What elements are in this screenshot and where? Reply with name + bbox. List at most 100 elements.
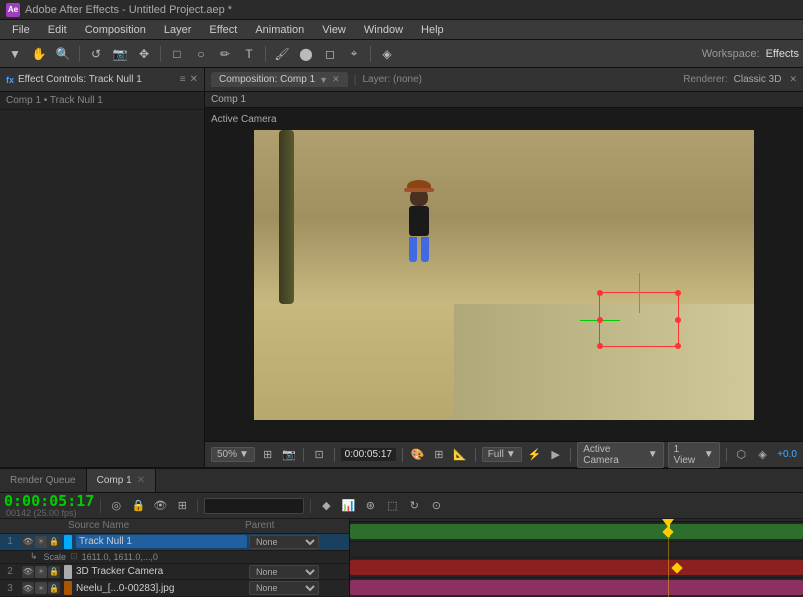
view-layout-btn[interactable]: 1 View ▼	[668, 442, 720, 468]
sub-indent: ↳	[30, 551, 38, 562]
layer-2-solo[interactable]: ☀	[35, 566, 47, 578]
zoom-dropdown-icon[interactable]: ▼	[239, 449, 249, 460]
tool-select[interactable]: ▼	[4, 43, 26, 65]
quality-btn[interactable]: Full ▼	[482, 447, 522, 462]
sub-value[interactable]: 1611.0, 1611.0,...,0	[82, 552, 158, 562]
tracker-box[interactable]	[599, 292, 679, 347]
snapshot-btn[interactable]: 📷	[280, 446, 297, 464]
comp-tab-close[interactable]: ✕	[332, 74, 340, 85]
menu-animation[interactable]: Animation	[247, 22, 312, 38]
track-row-2[interactable]	[350, 558, 803, 578]
tracker-corner-tr[interactable]	[675, 290, 681, 296]
close-comp-icon[interactable]: ✕	[789, 74, 797, 85]
fit-to-comp-btn[interactable]: ⊞	[259, 446, 276, 464]
tool-eraser[interactable]: ◻	[319, 43, 341, 65]
layer-3-parent-select[interactable]: None	[249, 581, 319, 595]
tool-brush[interactable]: 🖌	[271, 43, 293, 65]
zoom-level-btn[interactable]: 50% ▼	[211, 447, 255, 462]
layer-3-lock[interactable]: 🔒	[48, 582, 60, 594]
tl-btn-add-marker[interactable]: ◆	[317, 497, 335, 515]
tool-stamp[interactable]: ⬤	[295, 43, 317, 65]
layer-1-solo[interactable]: ☀	[35, 536, 47, 548]
panel-menu-icon[interactable]: ≡	[180, 74, 186, 85]
comp-tab[interactable]: Composition: Comp 1 ▼ ✕	[211, 72, 348, 87]
grid-btn[interactable]: ⊞	[430, 446, 447, 464]
menu-help[interactable]: Help	[413, 22, 452, 38]
tl-btn-frame-blend[interactable]: ⬚	[383, 497, 401, 515]
guides-btn[interactable]: 📐	[451, 446, 468, 464]
tracker-corner-tl[interactable]	[597, 290, 603, 296]
tool-rotate[interactable]: ↺	[85, 43, 107, 65]
tl-btn-chart[interactable]: 📊	[339, 497, 357, 515]
comp1-tab[interactable]: Comp 1 ✕	[87, 469, 156, 492]
camera-view-dropdown-icon[interactable]: ▼	[648, 449, 658, 460]
tool-pan[interactable]: ✥	[133, 43, 155, 65]
tool-roto[interactable]: ⌖	[343, 43, 365, 65]
tool-camera[interactable]: 📷	[109, 43, 131, 65]
comp-viewer[interactable]: Active Camera	[205, 108, 803, 441]
time-display[interactable]: 0:00:05:17	[341, 448, 396, 461]
menu-edit[interactable]: Edit	[40, 22, 75, 38]
tracker-corner-ml[interactable]	[597, 317, 603, 323]
layer-1-name[interactable]: Track Null 1	[76, 535, 247, 548]
tl-btn-lock[interactable]: 🔒	[129, 497, 147, 515]
effect-controls-tab[interactable]: Effect Controls: Track Null 1	[18, 74, 176, 85]
render-queue-tab[interactable]: Render Queue	[0, 469, 87, 492]
tool-puppet[interactable]: ◈	[376, 43, 398, 65]
panel-close-icon[interactable]: ✕	[190, 74, 198, 85]
3d-view-btn[interactable]: ⬡	[733, 446, 750, 464]
draft-3d-btn[interactable]: ◈	[754, 446, 771, 464]
tool-text[interactable]: T	[238, 43, 260, 65]
layer-2-name[interactable]: 3D Tracker Camera	[76, 566, 247, 577]
render-btn[interactable]: ▶	[547, 446, 564, 464]
layer-3-name[interactable]: Neelu_[...0-00283].jpg	[76, 583, 247, 594]
workspace-name[interactable]: Effects	[766, 48, 799, 60]
playhead-marker[interactable]	[662, 519, 674, 527]
quality-dropdown-icon[interactable]: ▼	[506, 449, 516, 460]
layer-1-lock[interactable]: 🔒	[48, 536, 60, 548]
menu-composition[interactable]: Composition	[77, 22, 154, 38]
menu-file[interactable]: File	[4, 22, 38, 38]
menu-layer[interactable]: Layer	[156, 22, 200, 38]
menu-view[interactable]: View	[314, 22, 354, 38]
comp-tab-arrow[interactable]: ▼	[319, 75, 328, 85]
timeline-search[interactable]	[204, 498, 304, 514]
view-layout-dropdown-icon[interactable]: ▼	[704, 449, 714, 460]
tl-btn-motion-blur[interactable]: ⊛	[361, 497, 379, 515]
menu-window[interactable]: Window	[356, 22, 411, 38]
layer-1-parent-select[interactable]: None	[249, 535, 319, 549]
camera-view-btn[interactable]: Active Camera ▼	[577, 442, 663, 468]
layer-3-eye[interactable]: 👁	[22, 582, 34, 594]
tracker-corner-br[interactable]	[675, 343, 681, 349]
tl-btn-live-update[interactable]: ↻	[405, 497, 423, 515]
fast-preview-btn[interactable]: ⚡	[526, 446, 543, 464]
color-picker-btn[interactable]: 🎨	[409, 446, 426, 464]
menu-effect[interactable]: Effect	[201, 22, 245, 38]
track-row-1[interactable]	[350, 522, 803, 542]
tl-btn-collapse[interactable]: ⊞	[173, 497, 191, 515]
layer-2-eye[interactable]: 👁	[22, 566, 34, 578]
time-counter[interactable]: 0:00:05:17	[4, 494, 94, 509]
tl-btn-draft[interactable]: ⊙	[427, 497, 445, 515]
layer-1-eye[interactable]: 👁	[22, 536, 34, 548]
tool-mask-rect[interactable]: □	[166, 43, 188, 65]
layer-row[interactable]: 3 👁 ☀ 🔒 Neelu_[...0-00283].jpg None	[0, 580, 349, 597]
tool-pen[interactable]: ✏	[214, 43, 236, 65]
layer-2-parent-select[interactable]: None	[249, 565, 319, 579]
track-row-3[interactable]	[350, 578, 803, 597]
layer-2-lock[interactable]: 🔒	[48, 566, 60, 578]
layer-row[interactable]: 2 👁 ☀ 🔒 3D Tracker Camera None	[0, 564, 349, 581]
tool-zoom[interactable]: 🔍	[52, 43, 74, 65]
tl-btn-solo[interactable]: ◎	[107, 497, 125, 515]
layer-3-solo[interactable]: ☀	[35, 582, 47, 594]
renderer-value[interactable]: Classic 3D	[734, 74, 782, 85]
comp1-tab-close[interactable]: ✕	[137, 475, 145, 486]
layer-row[interactable]: 1 👁 ☀ 🔒 Track Null 1 None	[0, 534, 349, 551]
show-snapshot-btn[interactable]: ⊡	[310, 446, 327, 464]
tracker-corner-mr[interactable]	[675, 317, 681, 323]
tree-trunk	[279, 130, 294, 304]
tracker-corner-bl[interactable]	[597, 343, 603, 349]
tool-mask-ellipse[interactable]: ○	[190, 43, 212, 65]
tool-hand[interactable]: ✋	[28, 43, 50, 65]
tl-btn-shy[interactable]: 👁	[151, 497, 169, 515]
